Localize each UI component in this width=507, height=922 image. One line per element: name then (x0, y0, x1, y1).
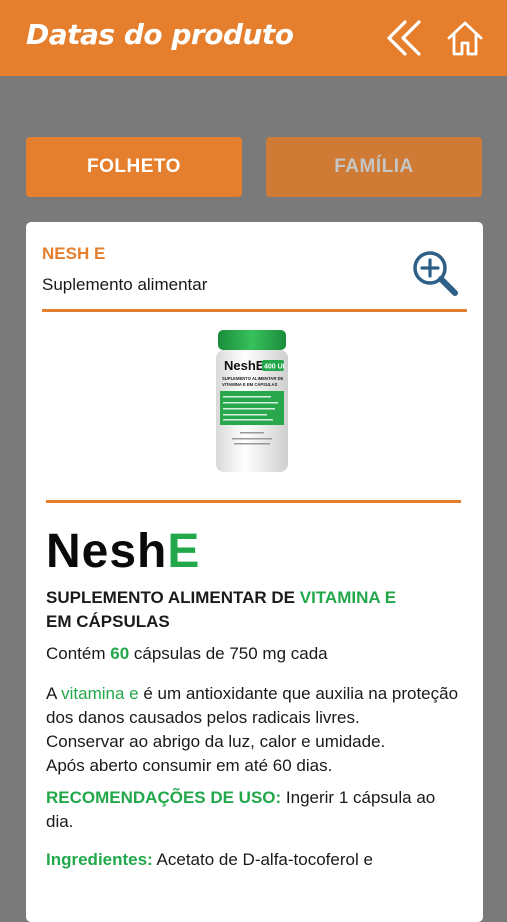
ingredients-label: Ingredientes: (46, 850, 153, 869)
back-icon[interactable] (385, 18, 425, 58)
contents-count: 60 (110, 644, 130, 663)
bottle-badge-text: 400 UI (264, 364, 285, 371)
bottle-line2: VITAMINA E EM CÁPSULAS (222, 382, 278, 387)
top-bar: Datas do produto (0, 0, 507, 76)
contents-prefix: Contém (46, 644, 111, 663)
description-paragraph: A vitamina e é um antioxidante que auxil… (46, 682, 466, 730)
contents-suffix: cápsulas de 750 mg cada (129, 644, 328, 663)
page-title: Datas do produto (26, 18, 294, 51)
after-open-text: Após aberto consumir em até 60 dias. (46, 756, 333, 775)
product-card: NESH E Suplemento alimentar NeshE 400 UI… (26, 222, 483, 922)
heading-text-2: EM CÁPSULAS (46, 612, 170, 631)
tab-folheto[interactable]: FOLHETO (26, 137, 242, 197)
product-description: SUPLEMENTO ALIMENTAR DE VITAMINA E EM CÁP… (46, 586, 466, 872)
recommend-label: RECOMENDAÇÕES DE USO: (46, 788, 282, 807)
recommendation-text: RECOMENDAÇÕES DE USO: Ingerir 1 cápsula … (46, 786, 466, 834)
bottle-brand-text: NeshE (224, 358, 265, 373)
desc-green: vitamina e (61, 684, 139, 703)
ingredients-text: Ingredientes: Acetato de D-alfa-tocofero… (46, 848, 466, 872)
bottle-line1: SUPLEMENTO ALIMENTAR DE (222, 376, 284, 381)
product-heading: SUPLEMENTO ALIMENTAR DE VITAMINA E EM CÁP… (46, 586, 466, 634)
product-subtitle: Suplemento alimentar (42, 275, 208, 294)
brand-suffix: E (167, 525, 201, 578)
desc-prefix: A (46, 684, 62, 703)
heading-text-1: SUPLEMENTO ALIMENTAR DE (46, 588, 300, 607)
divider (46, 500, 461, 503)
tab-familia[interactable]: FAMÍLIA (266, 137, 482, 197)
heading-text-green: VITAMINA E (299, 588, 397, 607)
home-icon[interactable] (445, 18, 485, 58)
brand-logo-text: NeshE (46, 524, 200, 579)
contents-line: Contém 60 cápsulas de 750 mg cada (46, 642, 466, 666)
product-bottle-image: NeshE 400 UI SUPLEMENTO ALIMENTAR DE VIT… (216, 330, 288, 472)
brand-prefix: Nesh (46, 525, 168, 578)
storage-text: Conservar ao abrigo da luz, calor e umid… (46, 732, 386, 751)
ingredients-value: Acetato de D-alfa-tocoferol e (152, 850, 373, 869)
divider (42, 309, 467, 312)
zoom-in-icon[interactable] (410, 248, 462, 300)
product-name: NESH E (42, 244, 106, 263)
